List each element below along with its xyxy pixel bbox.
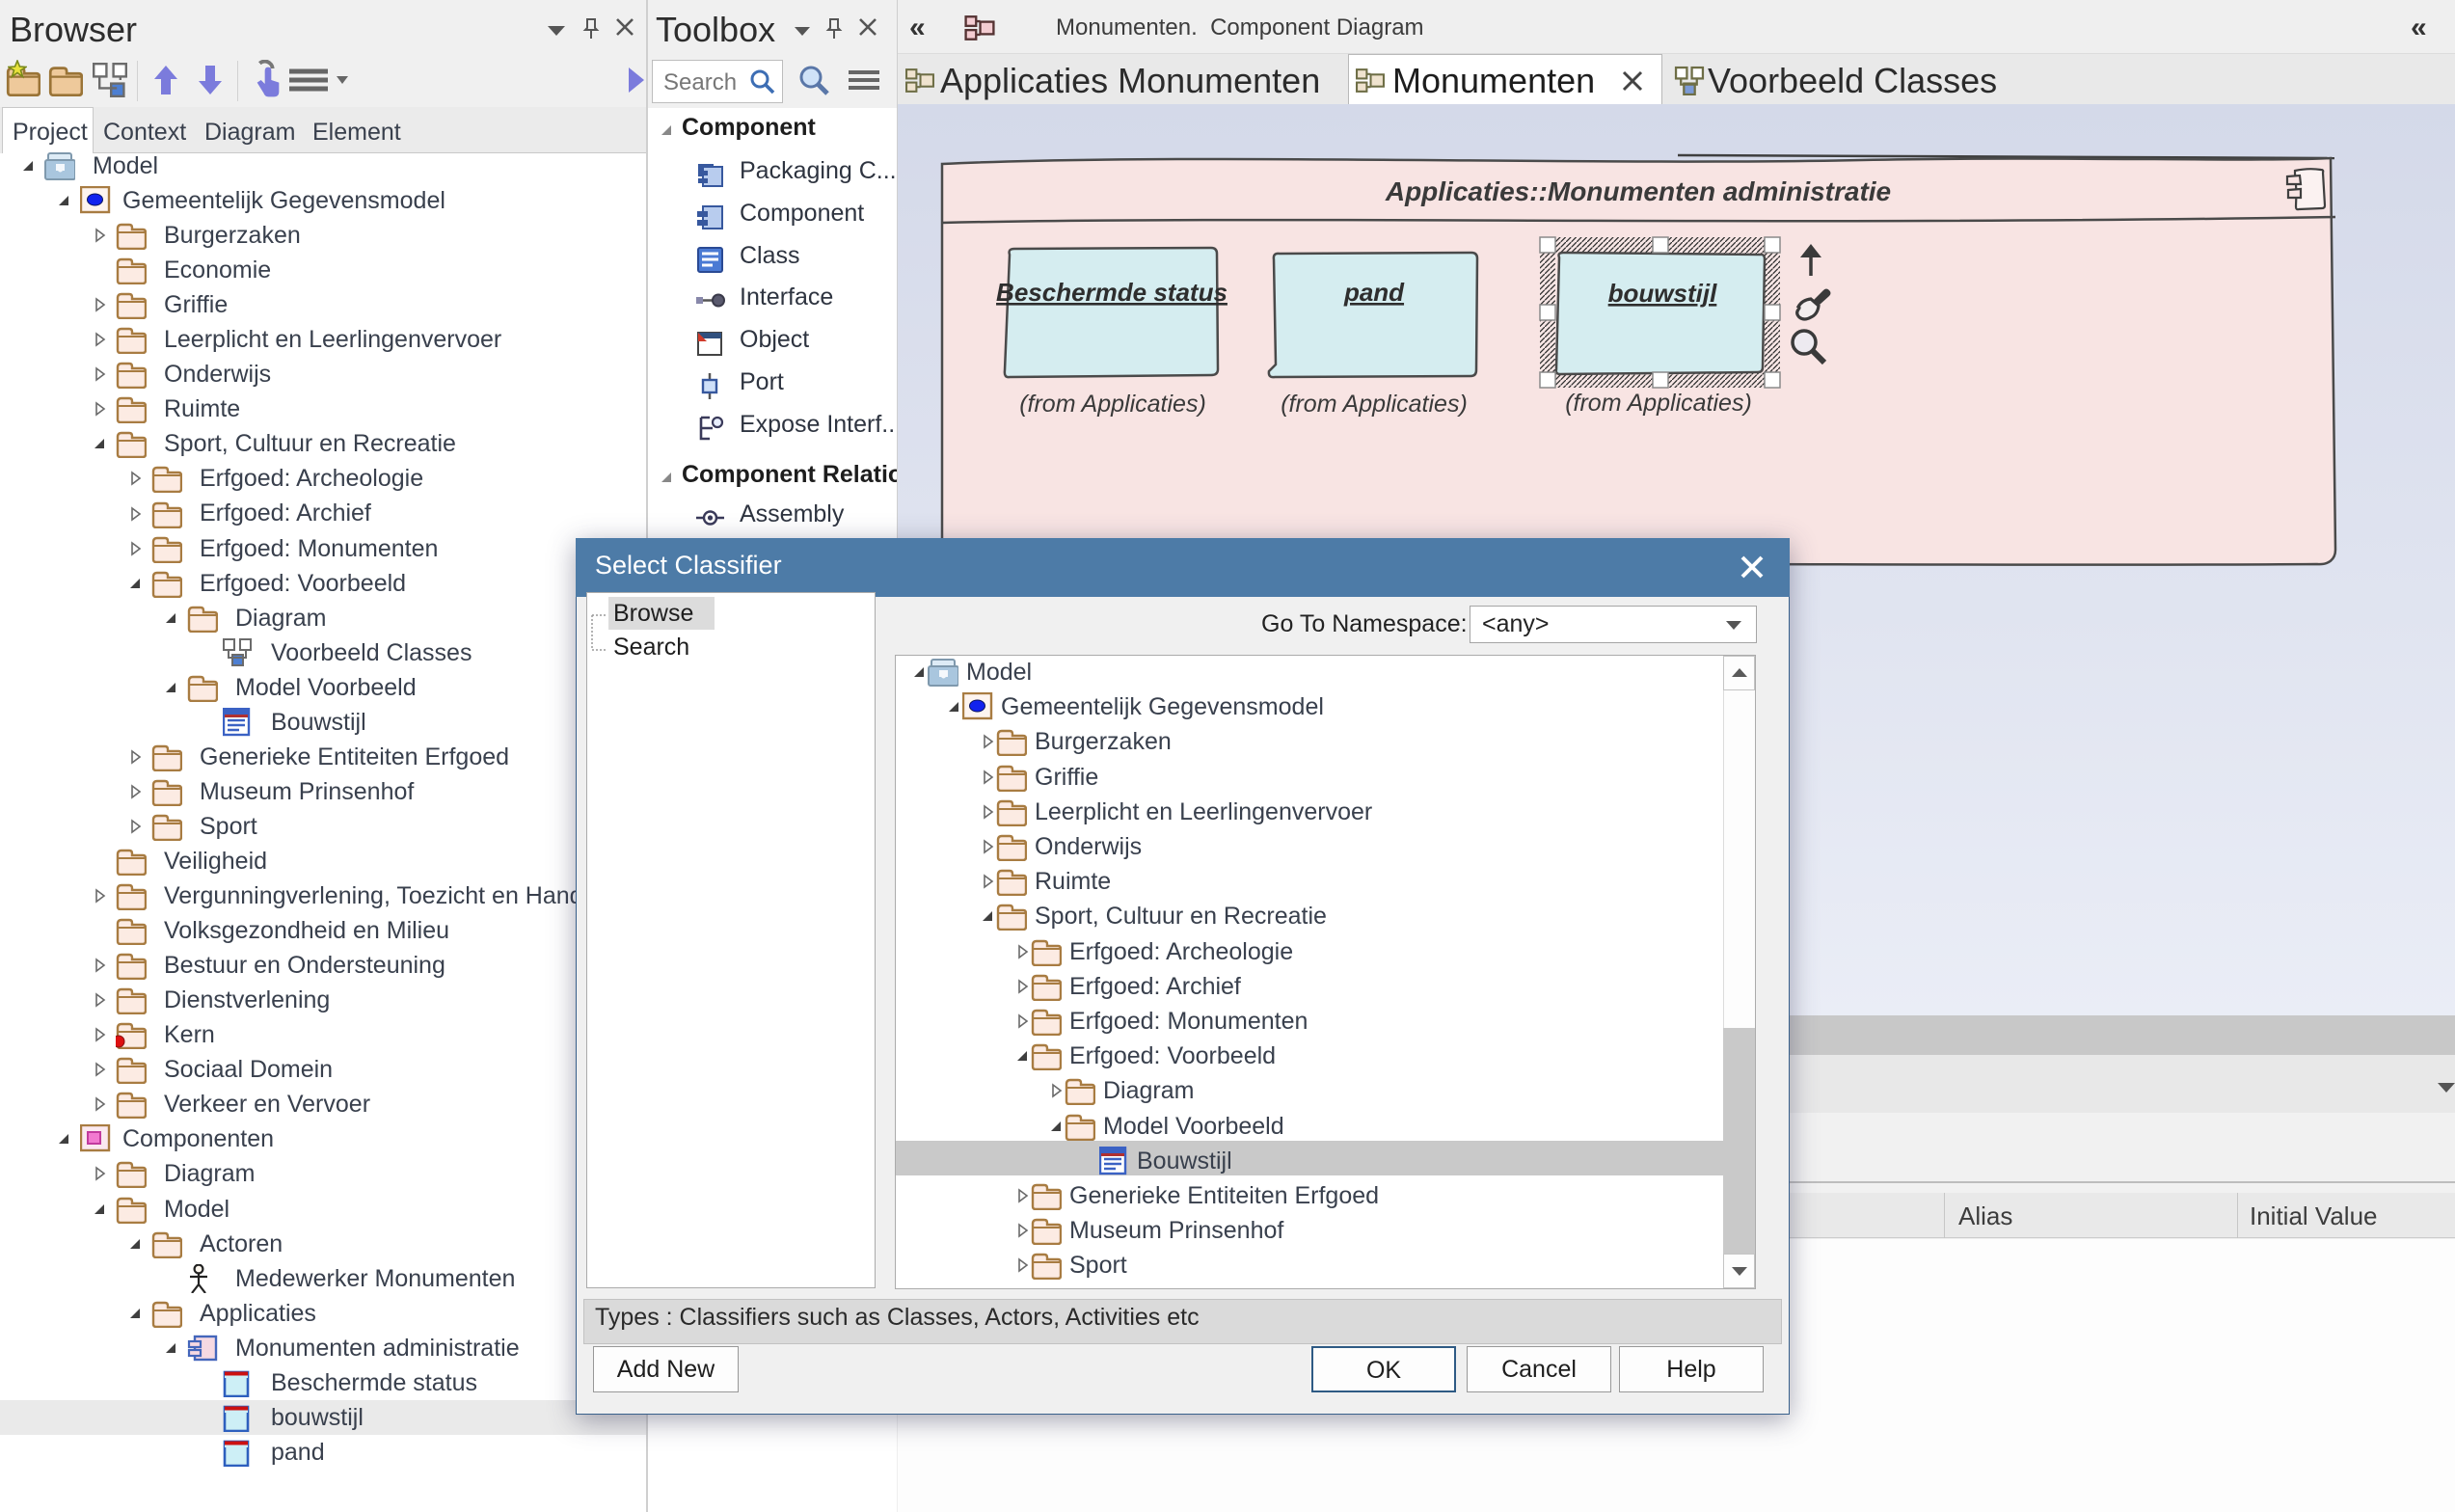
svg-text:(from Applicaties): (from Applicaties) [1565,390,1752,417]
svg-text:pand: pand [1343,278,1405,307]
svg-text:(from Applicaties): (from Applicaties) [1019,391,1206,418]
svg-text:Applicaties::Monumenten admini: Applicaties::Monumenten administratie [1385,176,1891,206]
svg-text:Beschermde status: Beschermde status [996,278,1228,307]
svg-text:bouwstijl: bouwstijl [1608,279,1717,308]
svg-text:(from Applicaties): (from Applicaties) [1281,391,1468,418]
